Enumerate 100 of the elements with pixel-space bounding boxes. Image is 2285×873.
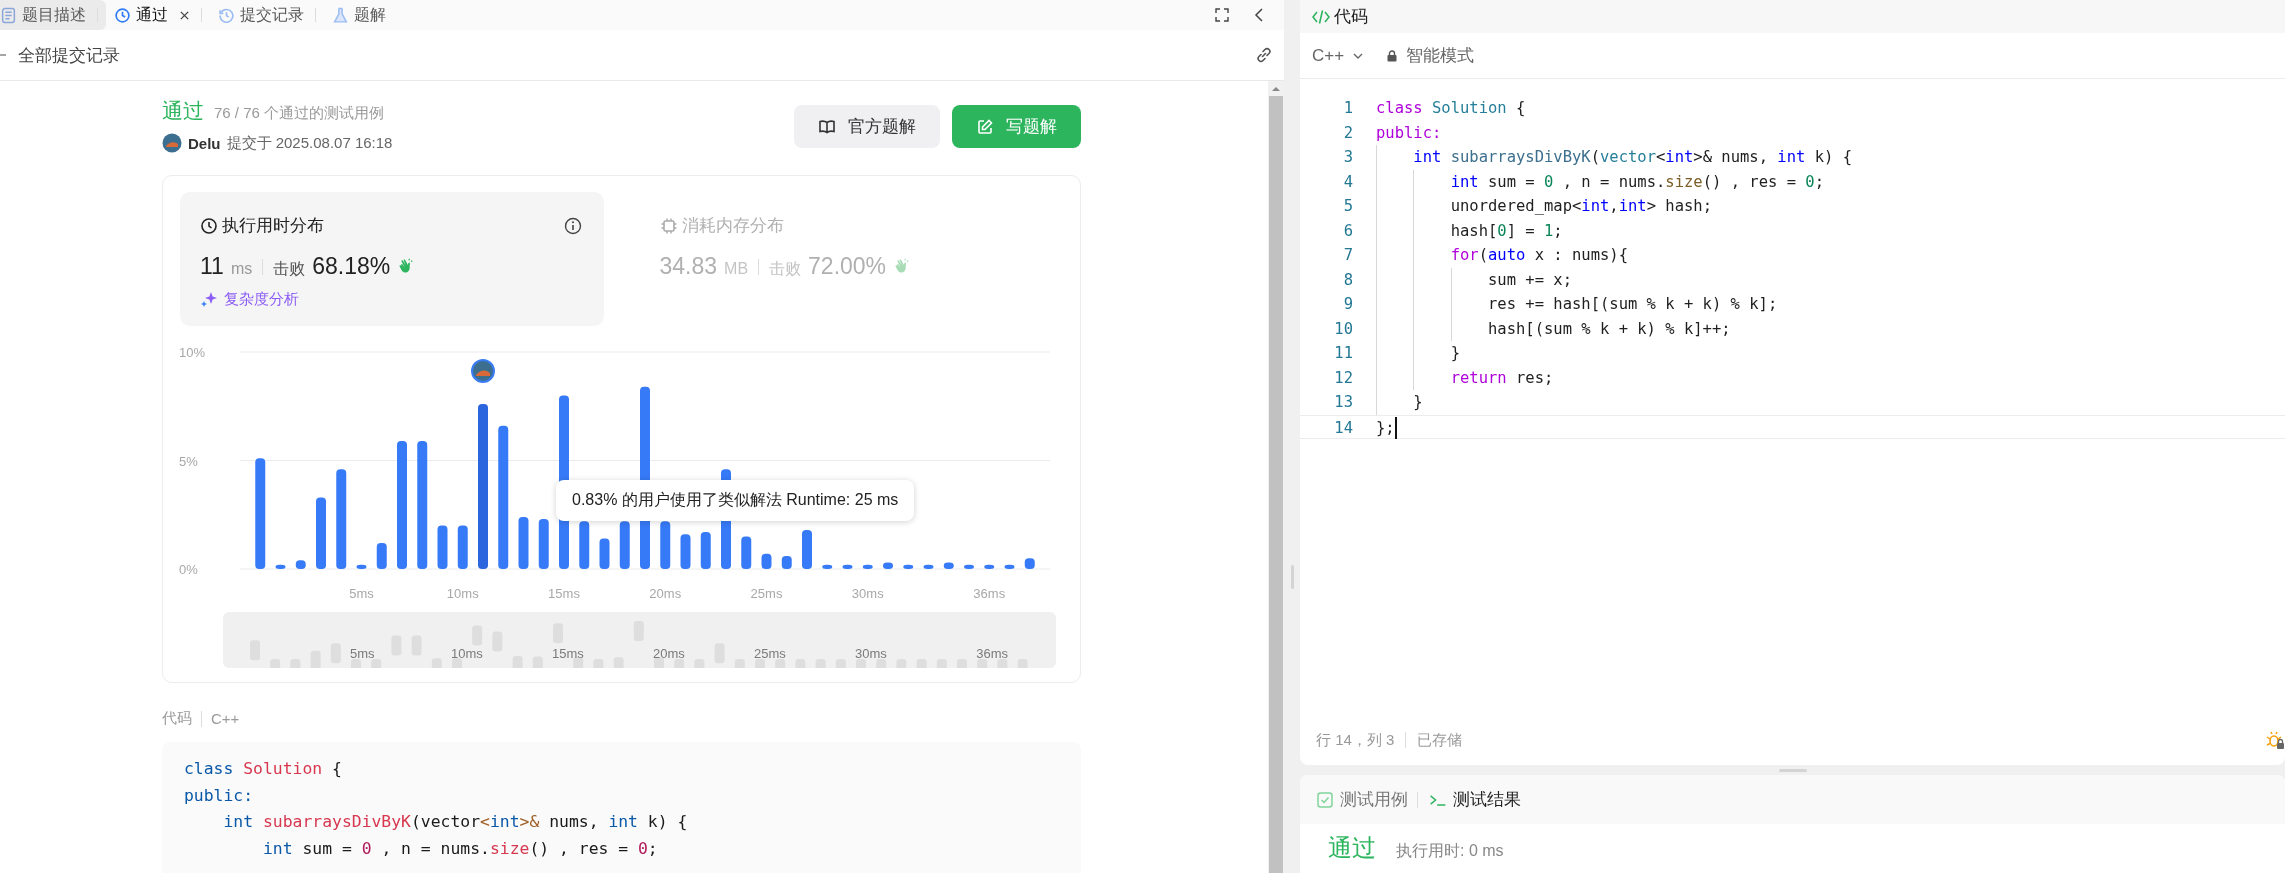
stat-unit: MB bbox=[724, 260, 749, 278]
link-icon[interactable] bbox=[1254, 45, 1274, 65]
bar[interactable] bbox=[680, 534, 691, 569]
bug-icon[interactable] bbox=[2265, 730, 2285, 750]
line-number: 4 bbox=[1342, 171, 1353, 193]
language-select[interactable]: C++ bbox=[1312, 45, 1365, 66]
code-line: } bbox=[1376, 341, 1460, 366]
mini-bar bbox=[270, 659, 281, 668]
code-line: int subarraysDivByK(vector<int>& nums, int k) { bbox=[222, 811, 689, 833]
bar[interactable] bbox=[761, 553, 772, 569]
bar[interactable] bbox=[741, 536, 752, 569]
mini-bar bbox=[613, 657, 624, 668]
bar[interactable] bbox=[964, 564, 974, 569]
line-number: 13 bbox=[1333, 392, 1353, 413]
mini-bar bbox=[734, 659, 745, 668]
line-number: 12 bbox=[1333, 367, 1353, 389]
stat-unit: ms bbox=[230, 260, 253, 278]
code-label: 代码 bbox=[162, 709, 192, 728]
bar[interactable] bbox=[1024, 558, 1035, 569]
bar[interactable] bbox=[781, 556, 792, 569]
official-solution-button[interactable]: 官方题解 bbox=[794, 105, 940, 148]
bar[interactable] bbox=[923, 564, 934, 569]
scroll-up-icon[interactable] bbox=[1271, 86, 1281, 92]
scrollbar[interactable] bbox=[1268, 81, 1284, 873]
mini-bar bbox=[815, 659, 826, 668]
beat-label: 击败 bbox=[273, 259, 306, 279]
submit-time: 提交于 2025.08.07 16:18 bbox=[226, 133, 393, 153]
complexity-link[interactable]: 复杂度分析 bbox=[200, 290, 582, 309]
tab[interactable]: 测试结果 bbox=[1429, 788, 1521, 811]
fullscreen-icon[interactable] bbox=[1214, 7, 1230, 23]
chip-icon bbox=[659, 216, 678, 235]
document-icon bbox=[0, 6, 17, 24]
y-axis-label: 5% bbox=[179, 453, 198, 469]
mini-bar bbox=[936, 659, 947, 668]
y-axis-label: 10% bbox=[179, 345, 206, 360]
mini-bar bbox=[1017, 659, 1028, 668]
tab[interactable]: 题目描述 bbox=[0, 0, 106, 30]
code-line: class Solution { bbox=[184, 758, 343, 780]
range-brush[interactable]: 5ms 10ms 15ms 20ms 25ms 30ms 36ms bbox=[223, 612, 1056, 668]
line-number: 11 bbox=[1333, 343, 1353, 364]
bar[interactable] bbox=[376, 542, 387, 569]
avatar bbox=[162, 133, 182, 153]
mini-bar bbox=[856, 659, 866, 668]
brush-label: 25ms bbox=[754, 646, 786, 661]
bar[interactable] bbox=[275, 564, 286, 569]
code-line: int subarraysDivByK(vector<int>& nums, int k) { bbox=[1376, 145, 1852, 170]
mini-bar bbox=[512, 656, 523, 668]
bar[interactable] bbox=[518, 516, 529, 569]
bar[interactable] bbox=[862, 564, 873, 569]
mini-bar bbox=[876, 659, 887, 668]
mini-bar bbox=[896, 659, 907, 668]
bar[interactable] bbox=[802, 529, 812, 569]
mini-bar bbox=[916, 659, 927, 668]
code-line: }; bbox=[1376, 416, 1397, 438]
result-status: 通过 bbox=[1328, 833, 1376, 863]
bar[interactable] bbox=[943, 562, 954, 569]
back-link[interactable]: 全部提交记录 bbox=[0, 43, 120, 67]
bar[interactable] bbox=[822, 564, 833, 569]
line-number: 5 bbox=[1342, 196, 1353, 217]
user-name[interactable]: Delu bbox=[188, 134, 221, 152]
bar[interactable] bbox=[599, 538, 610, 569]
bar[interactable] bbox=[457, 525, 468, 569]
code-line: } bbox=[1376, 390, 1423, 415]
code-line: hash[0] = 1; bbox=[1376, 218, 1563, 243]
code-line: res += hash[(sum % k + k) % k]; bbox=[1376, 292, 1778, 317]
mini-bar bbox=[290, 659, 301, 668]
bar[interactable] bbox=[903, 564, 914, 569]
mini-bar bbox=[532, 656, 543, 668]
mini-bar bbox=[957, 659, 967, 668]
code-line: unordered_map<int,int> hash; bbox=[1376, 194, 1712, 219]
code-icon bbox=[1312, 7, 1330, 26]
bar[interactable] bbox=[295, 560, 306, 569]
mini-bar bbox=[755, 659, 765, 668]
tab[interactable]: 通过 bbox=[106, 0, 210, 30]
tab[interactable]: 测试用例 bbox=[1316, 788, 1421, 811]
mini-bar bbox=[674, 659, 685, 668]
chart-tooltip: 0.83% 的用户使用了类似解法 Runtime: 25 ms bbox=[556, 480, 915, 521]
code-line: for(auto x : nums){ bbox=[1376, 243, 1628, 268]
bar[interactable] bbox=[984, 564, 995, 569]
x-axis-label: 15ms bbox=[548, 586, 580, 601]
mode-toggle[interactable]: 智能模式 bbox=[1386, 44, 1475, 67]
status-label: 通过 bbox=[162, 98, 204, 124]
mini-bar bbox=[775, 659, 786, 668]
brush-label: 20ms bbox=[653, 646, 685, 661]
stat-panel[interactable]: 执行用时分布 11 ms 击败 68.18% 复杂度分析 bbox=[180, 192, 604, 326]
code-line: public: bbox=[184, 784, 255, 807]
info-icon[interactable] bbox=[563, 216, 582, 235]
brush-label: 10ms bbox=[451, 646, 483, 661]
close-icon[interactable] bbox=[179, 9, 190, 21]
line-number: 1 bbox=[1342, 98, 1353, 119]
x-axis-label: 5ms bbox=[349, 586, 374, 601]
tab[interactable]: 提交记录 bbox=[210, 0, 324, 30]
bar[interactable] bbox=[1004, 564, 1015, 569]
mini-bar bbox=[795, 659, 806, 668]
x-axis-label: 10ms bbox=[446, 586, 479, 601]
bar[interactable] bbox=[356, 564, 367, 569]
bar[interactable] bbox=[883, 562, 893, 569]
tab[interactable]: 题解 bbox=[324, 0, 394, 30]
bar[interactable] bbox=[842, 564, 853, 569]
lock-icon bbox=[1386, 49, 1399, 62]
